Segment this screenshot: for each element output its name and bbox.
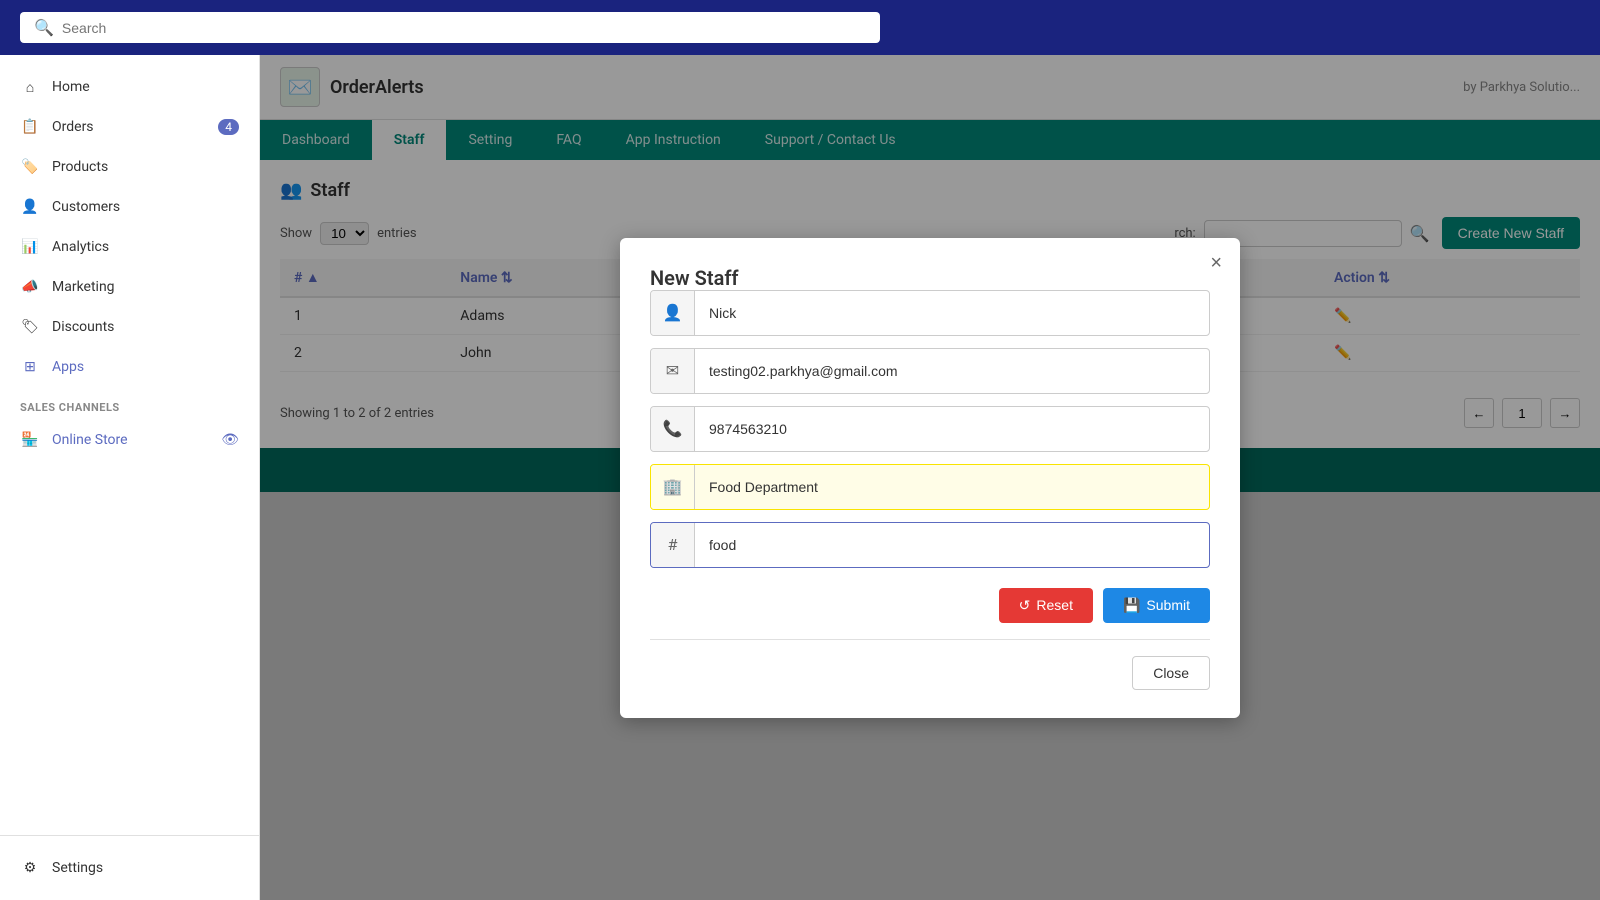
sidebar: ⌂ Home 📋 Orders 4 🏷️ Products 👤 Customer… bbox=[0, 55, 260, 900]
search-icon: 🔍 bbox=[34, 18, 54, 37]
products-icon: 🏷️ bbox=[20, 157, 40, 177]
search-box[interactable]: 🔍 bbox=[20, 12, 880, 43]
modal-overlay: New Staff × 👤 ✉ 📞 bbox=[260, 55, 1600, 900]
sidebar-item-home[interactable]: ⌂ Home bbox=[0, 67, 259, 107]
sidebar-item-apps[interactable]: ⊞ Apps bbox=[0, 347, 259, 387]
phone-input[interactable] bbox=[695, 411, 1209, 447]
settings-label: Settings bbox=[52, 860, 103, 876]
sidebar-item-products[interactable]: 🏷️ Products bbox=[0, 147, 259, 187]
department-icon: 🏢 bbox=[651, 465, 695, 509]
modal-title: New Staff bbox=[650, 266, 739, 290]
sidebar-nav: ⌂ Home 📋 Orders 4 🏷️ Products 👤 Customer… bbox=[0, 55, 259, 472]
reset-button[interactable]: ↺ Reset bbox=[999, 588, 1093, 623]
modal-actions: ↺ Reset 💾 Submit bbox=[650, 588, 1210, 623]
submit-button[interactable]: 💾 Submit bbox=[1103, 588, 1210, 623]
modal-close-button[interactable]: × bbox=[1210, 252, 1222, 275]
phone-icon: 📞 bbox=[651, 407, 695, 451]
department-field: 🏢 bbox=[650, 464, 1210, 510]
sidebar-item-marketing[interactable]: 📣 Marketing bbox=[0, 267, 259, 307]
modal-divider bbox=[650, 639, 1210, 640]
submit-label: Submit bbox=[1146, 597, 1190, 613]
analytics-icon: 📊 bbox=[20, 237, 40, 257]
sidebar-item-label: Discounts bbox=[52, 319, 114, 335]
user-icon: 👤 bbox=[651, 291, 695, 335]
sidebar-item-online-store[interactable]: 🏪 Online Store 👁 bbox=[0, 420, 259, 460]
sidebar-item-label: Home bbox=[52, 79, 90, 95]
top-bar: 🔍 bbox=[0, 0, 1600, 55]
email-icon: ✉ bbox=[651, 349, 695, 393]
content-area: ✉️ OrderAlerts by Parkhya Solutio... Das… bbox=[260, 55, 1600, 900]
sidebar-item-label: Analytics bbox=[52, 239, 109, 255]
reset-icon: ↺ bbox=[1019, 597, 1031, 614]
tag-field: # bbox=[650, 522, 1210, 568]
online-store-icon: 🏪 bbox=[20, 430, 40, 450]
discounts-icon: 🏷 bbox=[20, 317, 40, 337]
phone-field: 📞 bbox=[650, 406, 1210, 452]
orders-badge: 4 bbox=[218, 119, 239, 135]
sales-channels-title: SALES CHANNELS bbox=[0, 387, 259, 420]
customers-icon: 👤 bbox=[20, 197, 40, 217]
sidebar-item-label: Apps bbox=[52, 359, 84, 375]
name-field: 👤 bbox=[650, 290, 1210, 336]
submit-icon: 💾 bbox=[1123, 597, 1140, 614]
main-layout: ⌂ Home 📋 Orders 4 🏷️ Products 👤 Customer… bbox=[0, 55, 1600, 900]
tag-input[interactable] bbox=[695, 527, 1209, 563]
new-staff-modal: New Staff × 👤 ✉ 📞 bbox=[620, 238, 1240, 718]
reset-label: Reset bbox=[1036, 597, 1073, 613]
email-input[interactable] bbox=[695, 353, 1209, 389]
sidebar-bottom: ⚙ Settings bbox=[0, 835, 259, 900]
sidebar-item-customers[interactable]: 👤 Customers bbox=[0, 187, 259, 227]
online-store-label: Online Store bbox=[52, 432, 128, 448]
sidebar-item-label: Products bbox=[52, 159, 108, 175]
tag-icon: # bbox=[651, 523, 695, 567]
app-background: ✉️ OrderAlerts by Parkhya Solutio... Das… bbox=[260, 55, 1600, 900]
name-input[interactable] bbox=[695, 295, 1209, 331]
marketing-icon: 📣 bbox=[20, 277, 40, 297]
eye-icon: 👁 bbox=[221, 432, 239, 448]
sidebar-item-orders[interactable]: 📋 Orders 4 bbox=[0, 107, 259, 147]
settings-icon: ⚙ bbox=[20, 858, 40, 878]
sidebar-item-discounts[interactable]: 🏷 Discounts bbox=[0, 307, 259, 347]
sidebar-item-label: Marketing bbox=[52, 279, 115, 295]
sidebar-item-analytics[interactable]: 📊 Analytics bbox=[0, 227, 259, 267]
home-icon: ⌂ bbox=[20, 77, 40, 97]
orders-icon: 📋 bbox=[20, 117, 40, 137]
close-button[interactable]: Close bbox=[1132, 656, 1210, 690]
search-input[interactable] bbox=[62, 20, 866, 36]
apps-icon: ⊞ bbox=[20, 357, 40, 377]
sidebar-item-settings[interactable]: ⚙ Settings bbox=[0, 848, 259, 888]
email-field: ✉ bbox=[650, 348, 1210, 394]
department-input[interactable] bbox=[695, 469, 1209, 505]
sidebar-item-label: Customers bbox=[52, 199, 120, 215]
sidebar-item-label: Orders bbox=[52, 119, 94, 135]
